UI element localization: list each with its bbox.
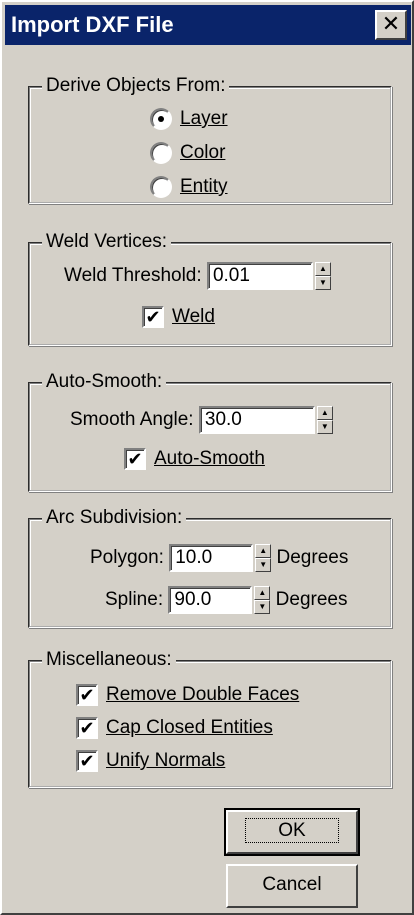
auto-smooth-group: Auto-Smooth: Smooth Angle: 30.0 ▲ ▼ ✔ Auto-… — [28, 370, 392, 492]
title-bar: Import DXF File ✕ — [5, 5, 411, 45]
radio-entity[interactable]: Entity — [150, 174, 228, 200]
remove-double-faces-label: Remove Double Faces — [106, 684, 300, 705]
cap-closed-entities-checkbox[interactable]: ✔ — [76, 716, 98, 739]
ok-button-label: OK — [245, 818, 339, 843]
cancel-button[interactable]: Cancel — [226, 864, 358, 908]
import-dxf-dialog: Import DXF File ✕ Derive Objects From: L… — [0, 0, 414, 915]
arc-subdivision-group: Arc Subdivision: Polygon: 10.0 ▲ ▼ Degrees… — [28, 506, 392, 628]
spline-input[interactable]: 90.0 — [168, 586, 253, 614]
cancel-button-label: Cancel — [262, 874, 322, 895]
radio-layer-indicator[interactable] — [150, 107, 172, 130]
weld-threshold-label: Weld Threshold: — [64, 265, 202, 287]
weld-threshold-spinner[interactable]: ▲ ▼ — [314, 262, 331, 290]
arc-subdivision-legend: Arc Subdivision: — [42, 506, 187, 530]
radio-entity-indicator[interactable] — [150, 175, 172, 198]
cap-closed-entities-row[interactable]: ✔ Cap Closed Entities — [76, 715, 273, 741]
spin-up-icon[interactable]: ▲ — [316, 406, 333, 420]
remove-double-faces-row[interactable]: ✔ Remove Double Faces — [76, 682, 299, 708]
spline-spinner[interactable]: ▲ ▼ — [254, 586, 271, 614]
unify-normals-label: Unify Normals — [106, 750, 226, 771]
weld-checkbox-row[interactable]: ✔ Weld — [142, 304, 215, 330]
polygon-input[interactable]: 10.0 — [169, 544, 254, 572]
weld-vertices-legend: Weld Vertices: — [42, 230, 172, 254]
weld-checkbox[interactable]: ✔ — [142, 305, 164, 328]
spline-row: Spline: 90.0 ▲ ▼ Degrees — [105, 586, 348, 614]
derive-objects-group: Derive Objects From: Layer Color Entity — [28, 74, 392, 204]
weld-checkbox-label: Weld — [172, 306, 215, 327]
smooth-angle-spinner[interactable]: ▲ ▼ — [316, 406, 333, 434]
radio-entity-label: Entity — [180, 176, 228, 197]
dialog-title: Import DXF File — [11, 12, 174, 37]
polygon-unit: Degrees — [276, 547, 349, 569]
derive-objects-legend: Derive Objects From: — [42, 74, 230, 98]
auto-smooth-checkbox[interactable]: ✔ — [124, 447, 146, 470]
radio-layer[interactable]: Layer — [150, 106, 228, 132]
smooth-angle-label: Smooth Angle: — [70, 409, 194, 431]
radio-color-indicator[interactable] — [150, 141, 172, 164]
cap-closed-entities-label: Cap Closed Entities — [106, 717, 273, 738]
spin-down-icon[interactable]: ▼ — [316, 420, 333, 434]
close-icon: ✕ — [381, 11, 401, 36]
auto-smooth-checkbox-row[interactable]: ✔ Auto-Smooth — [124, 446, 265, 472]
polygon-row: Polygon: 10.0 ▲ ▼ Degrees — [90, 544, 348, 572]
weld-vertices-group: Weld Vertices: Weld Threshold: 0.01 ▲ ▼ ✔ W… — [28, 230, 392, 346]
radio-color-label: Color — [180, 142, 226, 163]
smooth-angle-row: Smooth Angle: 30.0 ▲ ▼ — [70, 406, 333, 434]
spline-label: Spline: — [105, 589, 164, 611]
spin-down-icon[interactable]: ▼ — [255, 558, 272, 572]
close-button[interactable]: ✕ — [375, 10, 407, 40]
spin-up-icon[interactable]: ▲ — [255, 544, 272, 558]
auto-smooth-checkbox-label: Auto-Smooth — [154, 448, 265, 469]
weld-threshold-row: Weld Threshold: 0.01 ▲ ▼ — [64, 262, 331, 290]
spin-up-icon[interactable]: ▲ — [254, 586, 271, 600]
radio-layer-label: Layer — [180, 108, 228, 129]
polygon-spinner[interactable]: ▲ ▼ — [255, 544, 272, 572]
auto-smooth-legend: Auto-Smooth: — [42, 370, 167, 394]
miscellaneous-group: Miscellaneous: ✔ Remove Double Faces ✔ Cap… — [28, 648, 392, 788]
ok-button[interactable]: OK — [224, 808, 360, 856]
polygon-label: Polygon: — [90, 547, 164, 569]
spline-unit: Degrees — [275, 589, 348, 611]
miscellaneous-legend: Miscellaneous: — [42, 648, 176, 672]
unify-normals-checkbox[interactable]: ✔ — [76, 749, 98, 772]
spin-down-icon[interactable]: ▼ — [254, 600, 271, 614]
radio-color[interactable]: Color — [150, 140, 225, 166]
unify-normals-row[interactable]: ✔ Unify Normals — [76, 748, 225, 774]
smooth-angle-input[interactable]: 30.0 — [198, 406, 315, 434]
remove-double-faces-checkbox[interactable]: ✔ — [76, 683, 98, 706]
spin-down-icon[interactable]: ▼ — [314, 276, 331, 290]
weld-threshold-input[interactable]: 0.01 — [206, 262, 313, 290]
spin-up-icon[interactable]: ▲ — [314, 262, 331, 276]
